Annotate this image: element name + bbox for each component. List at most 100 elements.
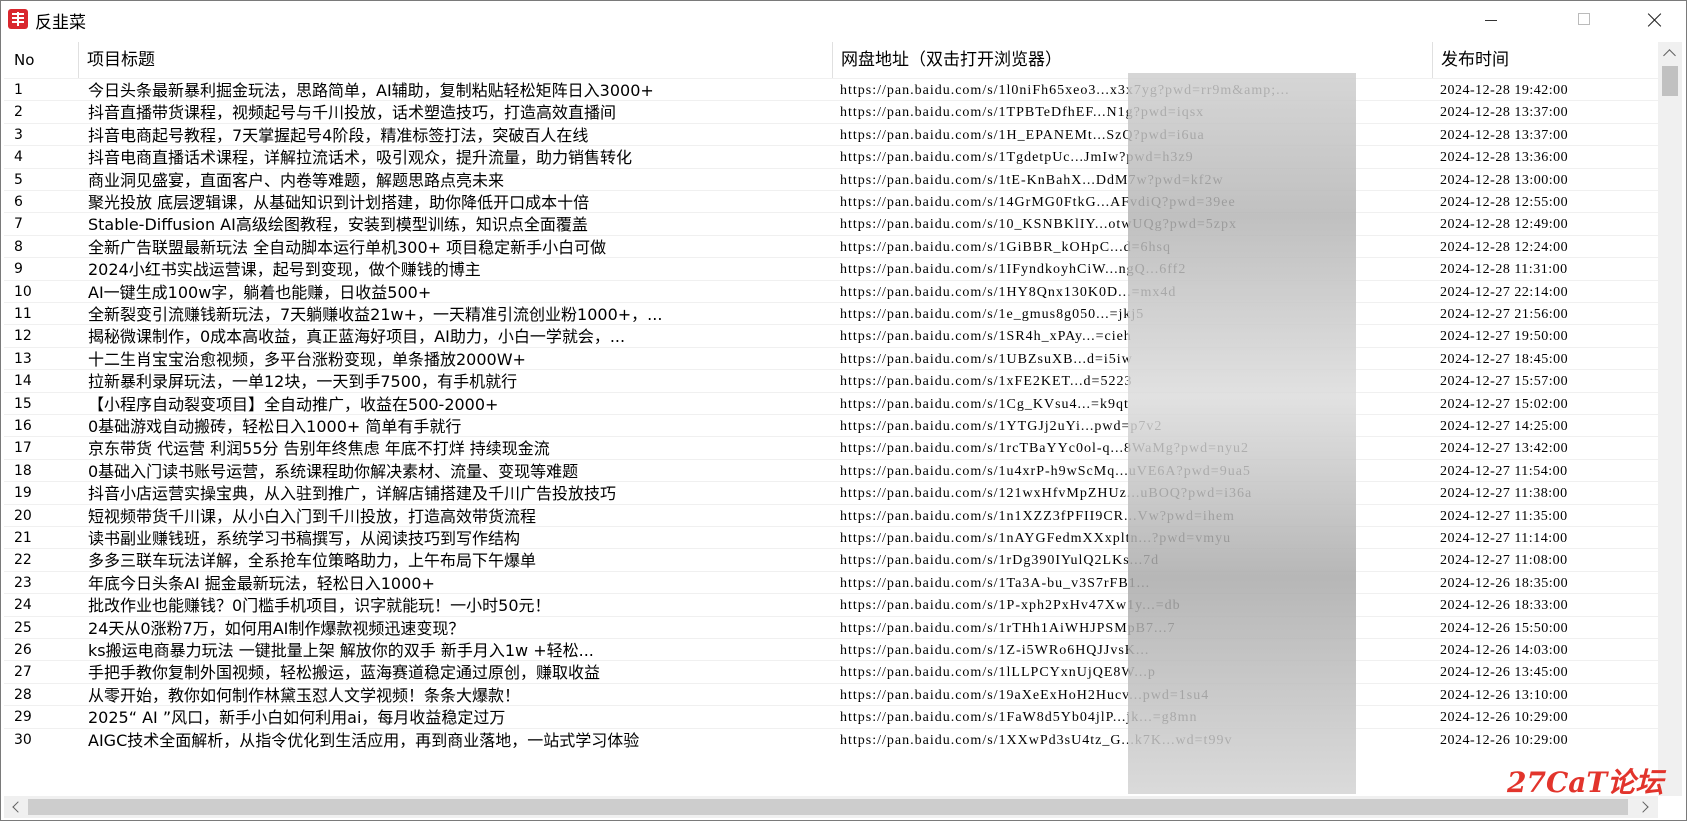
row-title: 【小程序自动裂变项目】全自动推广，收益在500-2000+ — [88, 394, 499, 414]
row-date: 2024-12-28 12:49:00 — [1440, 217, 1569, 233]
horizontal-scroll-thumb[interactable] — [28, 799, 1628, 815]
minimize-button[interactable] — [1462, 1, 1520, 39]
app-window: 反韭菜 No 项目标题 网盘地址（双击打开浏览器） 发布时间 1 今日头条最新暴利… — [0, 0, 1687, 821]
table-row[interactable]: 7 Stable-Diffusion AI高级绘图教程，安装到模型训练，知识点全面… — [4, 212, 1658, 236]
row-title: 短视频带货千川课，从小白入门到千川投放，打造高效带货流程 — [88, 506, 537, 526]
row-number: 28 — [14, 686, 32, 703]
row-number: 21 — [14, 530, 32, 546]
row-number: 11 — [14, 306, 32, 322]
table-row[interactable]: 22 多多三联车玩法详解，全系抢车位策略助力，上午布局下午爆单 https://pa… — [4, 548, 1658, 572]
row-title: 抖音电商起号教程，7天掌握起号4阶段，精准标签打法，突破百人在线 — [88, 125, 589, 145]
table-row[interactable]: 11 全新裂变引流赚钱新玩法，7天躺赚收益21w+，一天精准引流创业粉1000+，… — [4, 302, 1658, 326]
row-date: 2024-12-28 13:00:00 — [1440, 172, 1569, 188]
row-number: 17 — [14, 440, 32, 457]
table-row[interactable]: 21 读书副业赚钱班，系统学习书稿撰写，从阅读技巧到写作结构 https://pan… — [4, 526, 1658, 550]
row-title: 全新裂变引流赚钱新玩法，7天躺赚收益21w+，一天精准引流创业粉1000+，..… — [88, 305, 663, 324]
table-row[interactable]: 19 抖音小店运营实操宝典，从入驻到推广，详解店铺搭建及千川广告投放技巧 https… — [4, 481, 1658, 505]
row-date: 2024-12-26 13:10:00 — [1440, 687, 1569, 703]
row-title: 抖音直播带货课程，视频起号与千川投放，话术塑造技巧，打造高效直播间 — [88, 103, 617, 123]
table-row[interactable]: 8 全新广告联盟最新玩法 全自动脚本运行单机300+ 项目稳定新手小白可做 http… — [4, 234, 1658, 259]
row-number: 27 — [14, 664, 32, 681]
table-row[interactable]: 3 抖音电商起号教程，7天掌握起号4阶段，精准标签打法，突破百人在线 https:/… — [4, 122, 1658, 147]
table-header: No 项目标题 网盘地址（双击打开浏览器） 发布时间 — [4, 42, 1658, 78]
title-bar[interactable]: 反韭菜 — [1, 1, 1686, 39]
row-number: 15 — [14, 395, 32, 412]
table-row[interactable]: 2 抖音直播带货课程，视频起号与千川投放，话术塑造技巧，打造高效直播间 https:… — [4, 100, 1658, 124]
table-row[interactable]: 27 手把手教你复制外国视频，轻松搬运，蓝海赛道稳定通过原创，赚取收益 https:… — [4, 660, 1658, 684]
row-number: 14 — [14, 373, 32, 390]
row-number: 7 — [14, 216, 23, 233]
row-date: 2024-12-27 21:56:00 — [1440, 307, 1569, 322]
row-title: 十二生肖宝宝治愈视频，多平台涨粉变现，单条播放2000W+ — [88, 349, 526, 369]
horizontal-scrollbar[interactable] — [4, 796, 1658, 818]
row-number: 4 — [14, 149, 23, 166]
row-date: 2024-12-27 11:08:00 — [1440, 553, 1568, 569]
redacted-mosaic — [1128, 73, 1356, 794]
row-date: 2024-12-27 15:57:00 — [1440, 374, 1569, 390]
column-header-title[interactable]: 项目标题 — [79, 42, 833, 78]
app-logo-icon — [8, 9, 28, 29]
table-row[interactable]: 5 商业洞见盛宴，直面客户、内卷等难题，解题思路点亮未来 https://pan.b… — [4, 167, 1658, 192]
table-row[interactable]: 20 短视频带货千川课，从小白入门到千川投放，打造高效带货流程 https://pa… — [4, 503, 1658, 528]
table-row[interactable]: 17 京东带货 代运营 利润55分 告别年终焦虑 年底不打烊 持续现金流 https… — [4, 436, 1658, 460]
row-number: 23 — [14, 574, 32, 591]
row-number: 1 — [14, 82, 23, 98]
row-date: 2024-12-27 15:02:00 — [1440, 396, 1569, 412]
row-number: 22 — [14, 552, 32, 569]
row-title: 0基础游戏自动搬砖，轻松日入1000+ 简单有手就行 — [88, 417, 462, 436]
table-row[interactable]: 28 从零开始，教你如何制作林黛玉怼人文学视频！条条大爆款！ https://pan… — [4, 682, 1658, 707]
row-date: 2024-12-26 13:45:00 — [1440, 665, 1569, 681]
row-number: 24 — [14, 597, 32, 614]
scroll-up-icon[interactable] — [1658, 42, 1682, 66]
row-title: 今日头条最新暴利掘金玩法，思路简单，AI辅助，复制粘贴轻松矩阵日入3000+ — [88, 81, 654, 100]
row-number: 13 — [14, 350, 32, 367]
table-row[interactable]: 26 ks搬运电商暴力玩法 一键批量上架 解放你的双手 新手月入1w +轻松...… — [4, 638, 1658, 662]
table-row[interactable]: 1 今日头条最新暴利掘金玩法，思路简单，AI辅助，复制粘贴轻松矩阵日入3000+ h… — [4, 78, 1658, 102]
table-row[interactable]: 10 AI一键生成100w字，躺着也能赚，日收益500+ https://pan.b… — [4, 279, 1658, 304]
table-row[interactable]: 18 0基础入门读书账号运营，系统课程助你解决素材、流量、变现等难题 https:/… — [4, 458, 1658, 483]
window-title: 反韭菜 — [35, 13, 86, 33]
row-number: 3 — [14, 126, 23, 143]
row-number: 26 — [14, 642, 32, 658]
table-row[interactable]: 30 AIGC技术全面解析，从指令优化到生活应用，再到商业落地，一站式学习体验 ht… — [4, 727, 1658, 752]
table-row[interactable]: 13 十二生肖宝宝治愈视频，多平台涨粉变现，单条播放2000W+ https://p… — [4, 346, 1658, 371]
project-table[interactable]: No 项目标题 网盘地址（双击打开浏览器） 发布时间 1 今日头条最新暴利掘金玩法… — [4, 42, 1658, 796]
row-number: 20 — [14, 507, 32, 524]
row-title: 2024小红书实战运营课，起号到变现，做个赚钱的博主 — [88, 260, 481, 280]
table-row[interactable]: 29 2025“ AI ”风口，新手小白如何利用ai，每月收益稳定过万 https:… — [4, 705, 1658, 729]
row-date: 2024-12-28 19:42:00 — [1440, 83, 1569, 98]
table-row[interactable]: 25 24天从0涨粉7万，如何用AI制作爆款视频迅速变现？ https://pan.… — [4, 615, 1658, 640]
maximize-button[interactable] — [1554, 1, 1612, 39]
row-number: 2 — [14, 104, 23, 121]
row-number: 9 — [14, 261, 23, 278]
row-date: 2024-12-27 13:42:00 — [1440, 441, 1569, 457]
table-row[interactable]: 23 年底今日头条AI 掘金最新玩法，轻松日入1000+ https://pan.b… — [4, 570, 1658, 595]
row-title: 读书副业赚钱班，系统学习书稿撰写，从阅读技巧到写作结构 — [88, 529, 521, 548]
column-header-date[interactable]: 发布时间 — [1433, 42, 1658, 78]
row-number: 30 — [14, 731, 32, 748]
forum-watermark: 27CaT论坛 — [1507, 766, 1664, 799]
row-title: 聚光投放 底层逻辑课，从基础知识到计划搭建，助你降低开口成本十倍 — [88, 193, 590, 212]
table-row[interactable]: 14 拉新暴利录屏玩法，一单12块，一天到手7500，有手机就行 https://p… — [4, 369, 1658, 393]
row-number: 25 — [14, 619, 32, 636]
table-row[interactable]: 12 揭秘微课制作，0成本高收益，真正蓝海好项目，AI助力，小白一学就会，... h… — [4, 324, 1658, 348]
table-row[interactable]: 24 批改作业也能赚钱？0门槛手机项目，识字就能玩！一小时50元！ https://… — [4, 593, 1658, 617]
table-row[interactable]: 15 【小程序自动裂变项目】全自动推广，收益在500-2000+ https://p… — [4, 391, 1658, 416]
vertical-scrollbar[interactable] — [1658, 42, 1682, 796]
row-date: 2024-12-28 13:37:00 — [1440, 105, 1569, 121]
row-date: 2024-12-26 18:33:00 — [1440, 598, 1569, 614]
row-date: 2024-12-27 22:14:00 — [1440, 284, 1569, 300]
column-header-no[interactable]: No — [4, 42, 79, 78]
scroll-left-icon[interactable] — [4, 796, 28, 818]
vertical-scroll-thumb[interactable] — [1662, 66, 1678, 96]
row-date: 2024-12-26 15:50:00 — [1440, 620, 1569, 636]
row-date: 2024-12-27 18:45:00 — [1440, 351, 1569, 367]
table-row[interactable]: 4 抖音电商直播话术课程，详解拉流话术，吸引观众，提升流量，助力销售转化 https… — [4, 145, 1658, 169]
table-row[interactable]: 16 0基础游戏自动搬砖，轻松日入1000+ 简单有手就行 https://pan.… — [4, 414, 1658, 438]
row-number: 19 — [14, 485, 32, 502]
table-row[interactable]: 6 聚光投放 底层逻辑课，从基础知识到计划搭建，助你降低开口成本十倍 https:/… — [4, 190, 1658, 214]
close-button[interactable] — [1627, 1, 1685, 39]
row-number: 18 — [14, 462, 32, 479]
row-title: Stable-Diffusion AI高级绘图教程，安装到模型训练，知识点全面覆… — [88, 215, 588, 235]
table-row[interactable]: 9 2024小红书实战运营课，起号到变现，做个赚钱的博主 https://pan.b… — [4, 257, 1658, 281]
